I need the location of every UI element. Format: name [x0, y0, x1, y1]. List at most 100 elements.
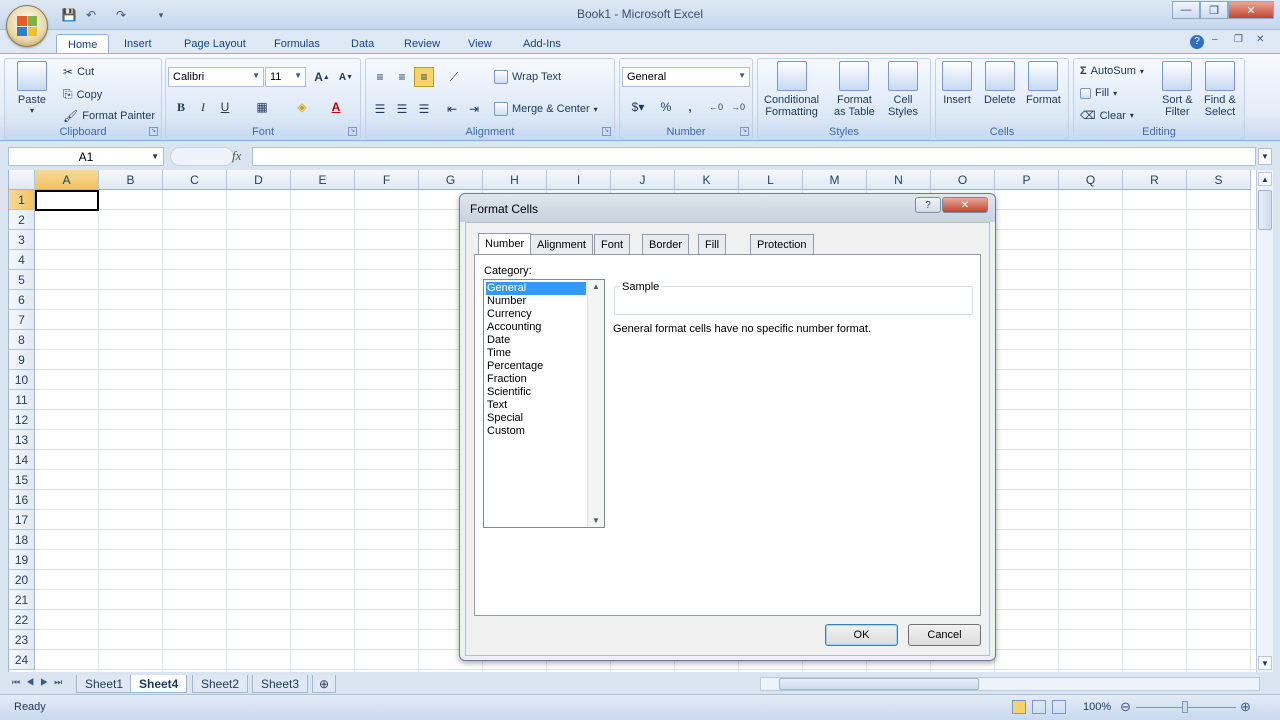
- row-header[interactable]: 9: [9, 350, 35, 370]
- category-item[interactable]: Custom: [486, 425, 586, 438]
- font-size-combo[interactable]: 11 ▼: [265, 67, 306, 87]
- align-center-icon[interactable]: ☰: [392, 99, 412, 119]
- insert-sheet-icon[interactable]: ⊕: [312, 675, 337, 693]
- zoom-level[interactable]: 100%: [1083, 701, 1111, 713]
- name-box[interactable]: A1 ▼: [8, 147, 164, 166]
- merge-center-button[interactable]: Merge & Center ▾: [494, 102, 598, 116]
- ribbon-minimize-icon[interactable]: –: [1212, 34, 1218, 45]
- font-name-combo[interactable]: Calibri ▼: [168, 67, 264, 87]
- decrease-decimal-icon[interactable]: →0: [728, 97, 748, 117]
- sheet-tab-sheet4[interactable]: Sheet4: [130, 675, 188, 693]
- column-header[interactable]: S: [1187, 170, 1251, 190]
- tab-data[interactable]: Data: [340, 34, 385, 54]
- dialog-tab-font[interactable]: Font: [594, 234, 631, 254]
- font-launcher-icon[interactable]: ↘: [348, 127, 357, 136]
- category-list[interactable]: General Number Currency Accounting Date Time P…: [483, 279, 605, 528]
- align-top-icon[interactable]: ≡: [370, 67, 390, 87]
- scroll-thumb[interactable]: [1258, 190, 1272, 230]
- format-cells-button[interactable]: Format: [1026, 61, 1061, 106]
- category-item[interactable]: General: [486, 282, 586, 295]
- row-header[interactable]: 7: [9, 310, 35, 330]
- sheet-nav-icons[interactable]: ⏮◀▶⏭: [12, 677, 68, 688]
- horizontal-scrollbar[interactable]: [760, 677, 1260, 691]
- category-item[interactable]: Special: [486, 412, 586, 425]
- zoom-in-icon[interactable]: ⊕: [1240, 699, 1251, 715]
- tab-home[interactable]: Home: [56, 34, 110, 55]
- grow-font-button[interactable]: A ▲: [312, 67, 332, 87]
- restore-button[interactable]: ❐: [1200, 1, 1228, 19]
- workbook-close-icon[interactable]: ✕: [1256, 34, 1264, 45]
- column-header[interactable]: N: [867, 170, 931, 190]
- category-item[interactable]: Scientific: [486, 386, 586, 399]
- column-header[interactable]: R: [1123, 170, 1187, 190]
- row-header[interactable]: 14: [9, 450, 35, 470]
- column-header[interactable]: P: [995, 170, 1059, 190]
- column-header[interactable]: K: [675, 170, 739, 190]
- insert-function-button[interactable]: fx: [232, 148, 241, 164]
- category-item[interactable]: Text: [486, 399, 586, 412]
- bold-button[interactable]: B: [171, 97, 191, 117]
- scroll-down-icon[interactable]: ▼: [1258, 656, 1272, 670]
- minimize-button[interactable]: —: [1172, 1, 1200, 19]
- scroll-up-icon[interactable]: ▲: [592, 282, 600, 291]
- comma-style-button[interactable]: ,: [680, 97, 700, 117]
- category-item[interactable]: Fraction: [486, 373, 586, 386]
- shrink-font-button[interactable]: A ▼: [336, 67, 356, 87]
- expand-formula-bar-icon[interactable]: ▼: [1258, 148, 1272, 165]
- row-header[interactable]: 12: [9, 410, 35, 430]
- format-painter-button[interactable]: 🖌 Format Painter: [63, 109, 155, 123]
- fill-color-icon[interactable]: ◈: [292, 97, 312, 117]
- alignment-launcher-icon[interactable]: ↘: [602, 127, 611, 136]
- currency-format-icon[interactable]: $▾: [624, 97, 652, 117]
- column-header[interactable]: A: [35, 170, 99, 190]
- dialog-close-button[interactable]: ✕: [942, 197, 988, 213]
- dialog-tab-number[interactable]: Number: [478, 233, 532, 254]
- category-item[interactable]: Time: [486, 347, 586, 360]
- row-header[interactable]: 10: [9, 370, 35, 390]
- increase-decimal-icon[interactable]: ←0: [706, 97, 726, 117]
- column-header[interactable]: O: [931, 170, 995, 190]
- page-break-view-icon[interactable]: [1052, 700, 1066, 714]
- row-header[interactable]: 21: [9, 590, 35, 610]
- row-header[interactable]: 2: [9, 210, 35, 230]
- zoom-out-icon[interactable]: ⊖: [1120, 699, 1131, 715]
- delete-cells-button[interactable]: Delete: [984, 61, 1016, 106]
- dialog-title-bar[interactable]: Format Cells ? ✕: [460, 194, 995, 222]
- percent-style-button[interactable]: %: [656, 97, 676, 117]
- sheet-tab-sheet1[interactable]: Sheet1: [76, 675, 133, 693]
- column-header[interactable]: C: [163, 170, 227, 190]
- ribbon-restore-icon[interactable]: ❐: [1234, 34, 1243, 45]
- column-header[interactable]: J: [611, 170, 675, 190]
- row-header[interactable]: 1: [9, 190, 35, 210]
- tab-view[interactable]: View: [457, 34, 503, 54]
- dialog-tab-protection[interactable]: Protection: [750, 234, 814, 254]
- row-header[interactable]: 16: [9, 490, 35, 510]
- wrap-text-button[interactable]: Wrap Text: [494, 70, 561, 84]
- row-header[interactable]: 3: [9, 230, 35, 250]
- row-header[interactable]: 4: [9, 250, 35, 270]
- tab-formulas[interactable]: Formulas: [263, 34, 331, 54]
- copy-button[interactable]: ⎘ Copy: [63, 87, 102, 102]
- format-as-table-button[interactable]: Format as Table: [834, 61, 875, 118]
- category-item[interactable]: Currency: [486, 308, 586, 321]
- autosum-button[interactable]: Σ AutoSum ▾: [1080, 65, 1144, 77]
- page-layout-view-icon[interactable]: [1032, 700, 1046, 714]
- column-header[interactable]: D: [227, 170, 291, 190]
- column-header[interactable]: F: [355, 170, 419, 190]
- close-button[interactable]: ✕: [1228, 1, 1274, 19]
- row-header[interactable]: 24: [9, 650, 35, 670]
- row-header[interactable]: 15: [9, 470, 35, 490]
- scroll-up-icon[interactable]: ▲: [1258, 172, 1272, 186]
- paste-button[interactable]: Paste ▾: [17, 61, 47, 115]
- dialog-help-button[interactable]: ?: [915, 197, 941, 213]
- find-select-button[interactable]: Find & Select: [1204, 61, 1236, 118]
- dialog-tab-alignment[interactable]: Alignment: [530, 234, 593, 254]
- increase-indent-icon[interactable]: ⇥: [464, 99, 484, 119]
- orientation-icon[interactable]: ⟋: [444, 67, 464, 87]
- tab-add-ins[interactable]: Add-Ins: [512, 34, 572, 54]
- row-header[interactable]: 6: [9, 290, 35, 310]
- sort-filter-button[interactable]: Sort & Filter: [1162, 61, 1193, 118]
- decrease-indent-icon[interactable]: ⇤: [442, 99, 462, 119]
- dialog-tab-border[interactable]: Border: [642, 234, 690, 254]
- column-header[interactable]: H: [483, 170, 547, 190]
